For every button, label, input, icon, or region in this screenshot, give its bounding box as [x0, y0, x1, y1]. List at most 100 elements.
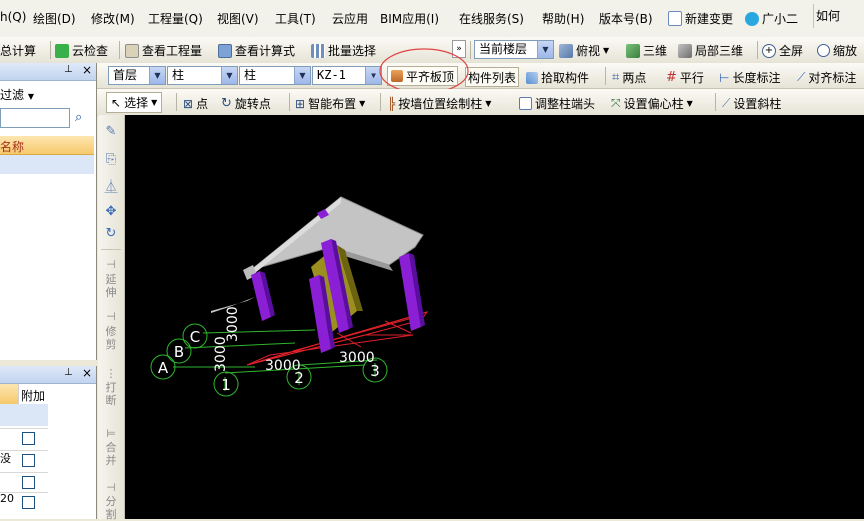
component-select[interactable]: KZ-1 ▼	[312, 66, 382, 85]
separator	[380, 93, 381, 111]
local-3d-button[interactable]: 局部三维	[678, 42, 743, 59]
filter-dropdown[interactable]: 过滤 ▼	[0, 86, 34, 103]
search-icon[interactable]: ⌕	[75, 110, 82, 125]
break-button[interactable]: 打断	[102, 381, 120, 407]
floor-select[interactable]: 首层 ▼	[108, 66, 166, 85]
attach-checkbox[interactable]	[22, 432, 35, 445]
fullscreen-label: 全屏	[779, 44, 804, 58]
menu-online[interactable]: 在线服务(S)	[459, 10, 524, 27]
mirror-icon[interactable]: ⏅	[102, 181, 120, 194]
column-end-icon	[519, 97, 532, 110]
extend-button[interactable]: 延伸	[102, 273, 120, 299]
view-quantity-button[interactable]: 查看工程量	[125, 42, 202, 59]
brush-icon[interactable]: ✎	[102, 125, 120, 138]
3d-view-icon	[626, 43, 640, 58]
length-dim-label: 长度标注	[732, 71, 781, 85]
view-formula-button[interactable]: 查看计算式	[218, 42, 295, 59]
split-button[interactable]: 分割	[102, 495, 120, 521]
adjust-column-end-button[interactable]: 调整柱端头	[519, 95, 595, 112]
menu-cloud[interactable]: 云应用	[332, 10, 368, 27]
dropdown-arrow-icon: ▼	[485, 99, 492, 108]
tree-row-selected[interactable]	[0, 155, 94, 174]
parallel-button[interactable]: # 平行	[666, 69, 704, 86]
menu-item-0[interactable]: h(Q)	[0, 10, 26, 24]
chevron-down-icon: ▼	[537, 41, 553, 58]
magnifier-icon	[817, 44, 830, 57]
modify-toolbar: ✎ ⎘ ⏅ ✥ ↻ ⊣ 延伸 ⊣ 修剪 ⋮ 打断 ⊨ 合并 ⊣ 分割	[98, 115, 125, 521]
menu-bim[interactable]: BIM应用(I)	[380, 10, 439, 27]
parallel-icon: #	[666, 70, 677, 85]
component-list-button[interactable]: 构件列表	[465, 67, 520, 87]
attach-checkbox[interactable]	[22, 496, 35, 509]
property-panel: ⊥ × 附加 没 20	[0, 366, 97, 519]
close-icon[interactable]: ×	[82, 366, 92, 380]
view-3d-label: 三维	[643, 44, 668, 58]
row-divider	[0, 428, 48, 429]
pick-component-label: 拾取构件	[541, 71, 590, 85]
rotate-icon[interactable]: ↻	[102, 227, 120, 240]
cloud-check-label: 云检查	[72, 44, 109, 58]
batch-select-button[interactable]: 批量选择	[311, 42, 376, 59]
element-type-select[interactable]: 柱 ▼	[167, 66, 238, 85]
component-label: KZ-1	[317, 68, 346, 82]
assistant-icon	[745, 11, 759, 26]
set-slanted-column-button[interactable]: ⟋ 设置斜柱	[722, 95, 781, 112]
pick-component-button[interactable]: 拾取构件	[526, 69, 589, 86]
drawing-canvas[interactable]: A B C 1 2 3 3000 3000 3000 3000	[125, 115, 864, 519]
menu-tools[interactable]: 工具(T)	[275, 10, 316, 27]
menu-modify[interactable]: 修改(M)	[91, 10, 135, 27]
filter-label: 过滤	[0, 88, 25, 102]
menu-howto[interactable]: 如何	[813, 4, 840, 28]
current-floor-select[interactable]: 当前楼层 ▼	[474, 40, 554, 59]
separator	[101, 249, 121, 250]
menu-new-change[interactable]: 新建变更	[668, 10, 733, 27]
draw-by-wall-button[interactable]: ╠ 按墙位置绘制柱 ▼	[388, 95, 491, 112]
separator	[715, 93, 716, 111]
chevron-down-icon: ▼	[294, 67, 310, 84]
move-icon[interactable]: ✥	[102, 205, 120, 218]
filter-row: 过滤 ▼	[0, 81, 96, 107]
copy-icon[interactable]: ⎘	[102, 153, 120, 166]
attach-checkbox[interactable]	[22, 454, 35, 467]
search-input[interactable]	[0, 108, 70, 128]
select-button[interactable]: ↖ 选择 ▼	[106, 92, 163, 113]
name-column-header[interactable]: 名称	[0, 136, 94, 155]
row-divider	[0, 492, 48, 493]
menu-guangxiaoer[interactable]: 广小二	[745, 10, 798, 27]
element-subtype-select[interactable]: 柱 ▼	[239, 66, 311, 85]
menu-help[interactable]: 帮助(H)	[542, 10, 584, 27]
set-offset-column-button[interactable]: ⤧ 设置偏心柱 ▼	[611, 95, 693, 112]
new-document-icon	[668, 11, 682, 26]
pin-icon[interactable]: ⊥	[64, 367, 73, 378]
separator	[757, 41, 758, 59]
property-row-label: 20	[0, 492, 14, 505]
menu-version[interactable]: 版本号(B)	[599, 10, 653, 27]
summary-calc-button[interactable]: 汇总计算	[0, 42, 36, 59]
attach-checkbox[interactable]	[22, 476, 35, 489]
set-slanted-column-label: 设置斜柱	[733, 97, 782, 111]
pin-icon[interactable]: ⊥	[64, 64, 73, 75]
two-points-button[interactable]: ⌗ 两点	[612, 69, 646, 86]
model-3d-view[interactable]: A B C 1 2 3 3000 3000 3000 3000	[125, 115, 864, 519]
trim-button[interactable]: 修剪	[102, 325, 120, 351]
point-button[interactable]: ⊠ 点	[183, 95, 208, 112]
local-3d-icon	[678, 43, 692, 58]
guangxiaoer-label: 广小二	[762, 12, 799, 26]
merge-button[interactable]: 合并	[102, 441, 120, 467]
menu-quantity[interactable]: 工程量(Q)	[148, 10, 203, 27]
point-label: 点	[196, 97, 209, 111]
zoom-button[interactable]: 缩放	[817, 42, 857, 59]
menu-draw[interactable]: 绘图(D)	[33, 10, 76, 27]
cloud-check-button[interactable]: 云检查	[55, 42, 108, 59]
menu-view[interactable]: 视图(V)	[217, 10, 259, 27]
break-icon: ⋮	[105, 367, 117, 380]
close-icon[interactable]: ×	[82, 63, 92, 77]
top-view-button[interactable]: 俯视 ▼	[559, 42, 609, 59]
dropdown-arrow-icon: ▼	[27, 92, 34, 101]
rotate-point-button[interactable]: ↻ 旋转点	[221, 95, 271, 112]
align-dim-button[interactable]: ⟋ 对齐标注	[797, 69, 856, 86]
view-3d-button[interactable]: 三维	[626, 42, 667, 59]
smart-layout-button[interactable]: ⊞ 智能布置 ▼	[295, 95, 365, 112]
length-dim-button[interactable]: ⊢ 长度标注	[719, 69, 780, 86]
fullscreen-button[interactable]: + 全屏	[762, 42, 803, 59]
